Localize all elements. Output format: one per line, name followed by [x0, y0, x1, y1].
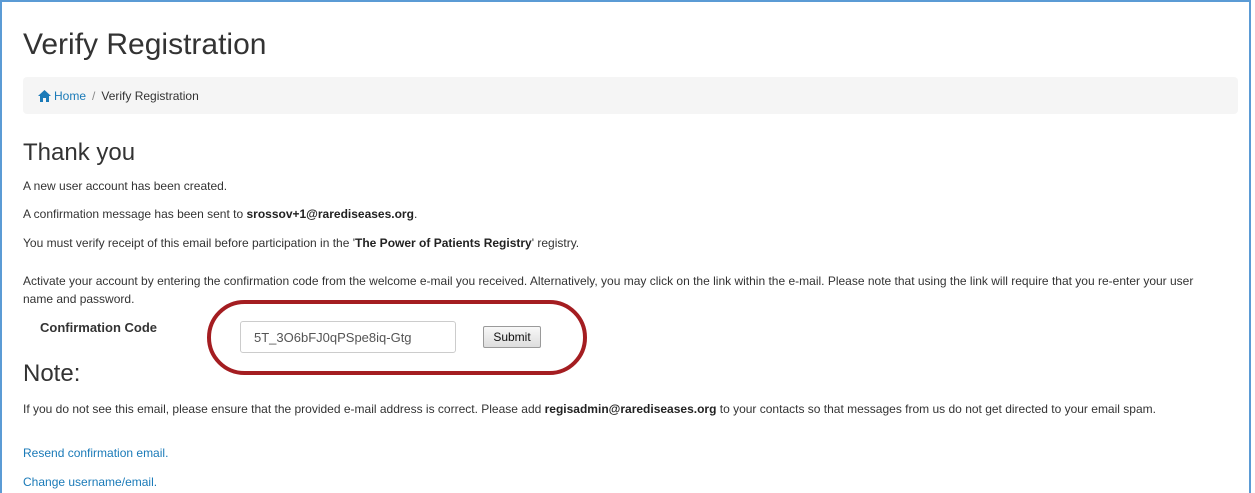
change-username-link[interactable]: Change username/email.	[23, 475, 157, 489]
resend-confirmation-link[interactable]: Resend confirmation email.	[23, 446, 168, 460]
sent-suffix: .	[413, 207, 418, 221]
breadcrumb-home-link[interactable]: Home	[38, 89, 86, 103]
verify-receipt-text: You must verify receipt of this email be…	[23, 234, 1223, 252]
confirmation-code-input[interactable]	[240, 321, 456, 353]
account-created-text: A new user account has been created.	[23, 179, 228, 193]
note-prefix: If you do not see this email, please ens…	[23, 402, 545, 416]
note-suffix: to your contacts so that messages from u…	[716, 402, 1156, 416]
home-icon	[38, 89, 51, 102]
breadcrumb-current: Verify Registration	[101, 88, 199, 103]
note-text: If you do not see this email, please ens…	[23, 400, 1223, 418]
verify-prefix: You must verify receipt of this email be…	[23, 236, 356, 250]
admin-email: regisadmin@rarediseases.org	[544, 402, 717, 416]
confirmation-sent-text: A confirmation message has been sent to …	[23, 205, 1223, 223]
verify-suffix: ' registry.	[531, 236, 580, 250]
registry-name: The Power of Patients Registry	[355, 236, 532, 250]
breadcrumb-home-label: Home	[54, 88, 87, 103]
breadcrumb: Home / Verify Registration	[23, 77, 1238, 114]
page-title: Verify Registration	[23, 28, 267, 61]
user-email: srossov+1@rarediseases.org	[246, 207, 414, 221]
thank-you-heading: Thank you	[23, 139, 136, 166]
activate-instructions: Activate your account by entering the co…	[23, 274, 1194, 306]
submit-button[interactable]: Submit	[483, 326, 541, 348]
confirmation-code-label: Confirmation Code	[40, 320, 157, 335]
note-heading: Note:	[23, 360, 81, 387]
breadcrumb-separator: /	[92, 88, 96, 103]
sent-prefix: A confirmation message has been sent to	[23, 207, 247, 221]
